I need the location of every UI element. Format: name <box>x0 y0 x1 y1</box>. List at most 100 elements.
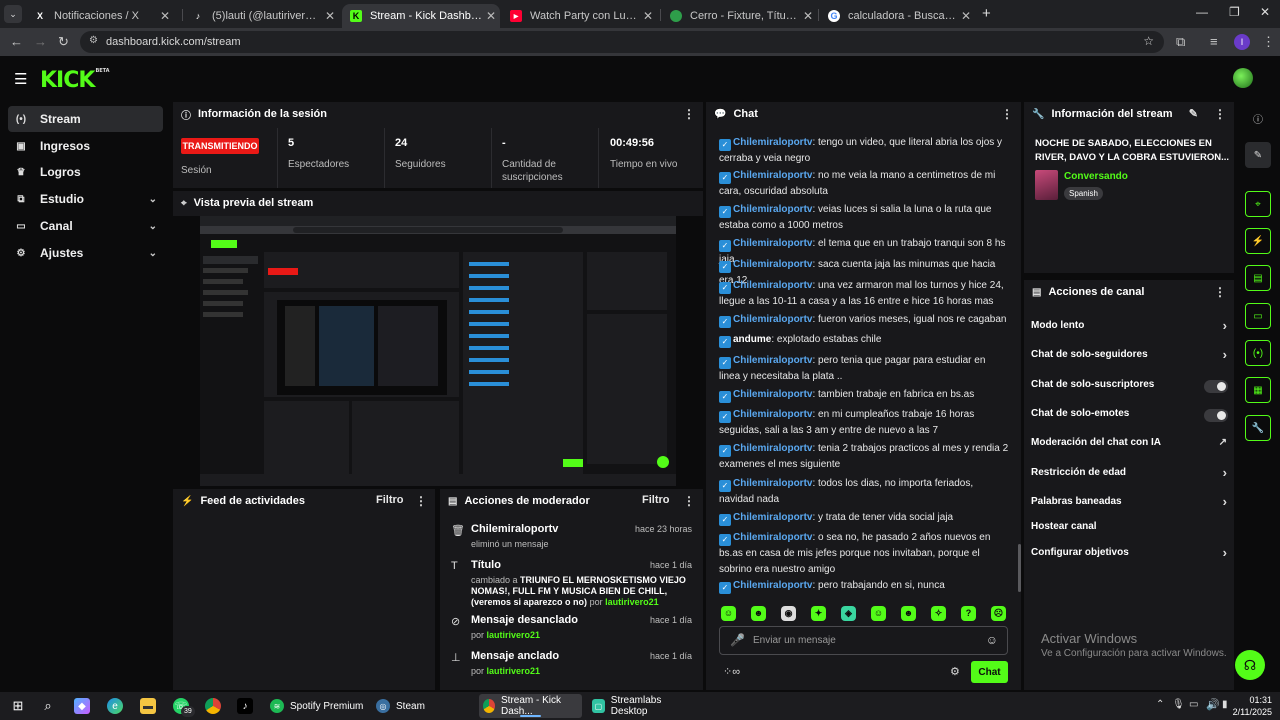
browser-tab-youtube[interactable]: ▶ Watch Party con Luis, Davo, La ✕ <box>502 4 657 28</box>
emoji-picker-icon[interactable]: ☺ <box>986 633 998 647</box>
hamburger-menu-icon[interactable]: ☰ <box>14 70 27 88</box>
close-tab-icon[interactable]: ✕ <box>482 9 500 23</box>
tiktok-icon[interactable]: ♪ <box>237 698 253 714</box>
channel-action-ai-moderation[interactable]: Moderación del chat con IA ↗ <box>1031 437 1231 453</box>
close-window-icon[interactable]: ✕ <box>1260 5 1270 19</box>
taskbar-date[interactable]: 2/11/2025 <box>1230 707 1272 717</box>
forward-icon[interactable]: → <box>34 34 47 49</box>
emote-icon[interactable]: ✧ <box>931 606 946 621</box>
more-options-icon[interactable]: ⋮ <box>1214 107 1226 121</box>
emote-icon[interactable]: ✦ <box>811 606 826 621</box>
chat-settings-icon[interactable]: ⚙ <box>950 665 960 678</box>
restore-window-icon[interactable]: ❐ <box>1229 5 1240 19</box>
more-options-icon[interactable]: ⋮ <box>683 494 695 508</box>
microphone-tray-icon[interactable]: 🎙 <box>1172 699 1185 710</box>
lightning-icon[interactable]: ⚡ <box>1245 228 1271 254</box>
file-explorer-icon[interactable]: ▬ <box>140 698 156 714</box>
bookmark-star-icon[interactable]: ☆ <box>1143 34 1154 48</box>
chat-bubble-icon[interactable]: ▭ <box>1245 303 1271 329</box>
volume-icon[interactable]: 🔊 <box>1206 698 1220 711</box>
chat-scrollbar[interactable] <box>1018 544 1021 592</box>
media-control-icon[interactable]: ≡ <box>1210 34 1218 49</box>
emote-icon[interactable]: ☻ <box>751 606 766 621</box>
close-tab-icon[interactable]: ✕ <box>156 9 174 23</box>
site-info-icon[interactable]: ⚙ <box>89 35 98 46</box>
focus-icon[interactable]: ⌖ <box>1245 191 1271 217</box>
broadcast-icon[interactable]: (•) <box>1245 340 1271 366</box>
sidebar-item-ingresos[interactable]: ▣ Ingresos <box>8 133 163 159</box>
chrome-icon[interactable] <box>205 698 221 714</box>
edit-pencil-icon[interactable]: ✎ <box>1245 142 1271 168</box>
taskbar-app-spotify[interactable]: ≋ Spotify Premium <box>266 694 366 718</box>
emote-icon[interactable]: ◉ <box>781 606 796 621</box>
emote-icon[interactable]: ☹ <box>991 606 1006 621</box>
microphone-icon[interactable]: 🎤 <box>730 633 745 647</box>
sidebar-item-estudio[interactable]: ⧉ Estudio ⌄ <box>8 186 163 212</box>
emote-icon[interactable]: ? <box>961 606 976 621</box>
more-options-icon[interactable]: ⋮ <box>683 107 695 121</box>
network-icon[interactable]: ▭ <box>1189 699 1198 710</box>
close-tab-icon[interactable]: ✕ <box>957 9 975 23</box>
emote-icon[interactable]: ☻ <box>901 606 916 621</box>
new-tab-button[interactable]: + <box>982 5 991 22</box>
browser-menu-icon[interactable]: ⋮ <box>1262 34 1275 50</box>
windows-start-icon[interactable]: ⊞ <box>10 698 26 714</box>
sidebar-item-canal[interactable]: ▭ Canal ⌄ <box>8 213 163 239</box>
minimize-window-icon[interactable]: — <box>1196 5 1208 19</box>
stream-preview-video[interactable] <box>173 216 703 486</box>
address-bar[interactable]: ⚙ dashboard.kick.com/stream ☆ <box>80 31 1164 53</box>
close-tab-icon[interactable]: ✕ <box>799 9 817 23</box>
send-chat-button[interactable]: Chat <box>971 661 1008 683</box>
channel-action-host-channel[interactable]: Hostear canal <box>1031 521 1231 537</box>
channel-action-banned-words[interactable]: Palabras baneadas › <box>1031 494 1231 512</box>
back-icon[interactable]: ← <box>10 34 23 49</box>
taskbar-time[interactable]: 01:31 <box>1240 695 1272 705</box>
taskbar-app-chrome-kick[interactable]: Stream - Kick Dash... <box>479 694 582 718</box>
browser-tab-cerro[interactable]: Cerro - Fixture, Títulos y Plantel ✕ <box>662 4 817 28</box>
emote-icon[interactable]: ☺ <box>721 606 736 621</box>
chat-message-input[interactable]: 🎤 Enviar un mensaje ☺ <box>719 626 1008 655</box>
user-avatar[interactable] <box>1233 68 1253 88</box>
copilot-icon[interactable]: ◆ <box>74 698 90 714</box>
subscribers-only-toggle[interactable] <box>1204 380 1228 393</box>
document-icon[interactable]: ▤ <box>1245 265 1271 291</box>
browser-tab-tiktok[interactable]: ♪ (5)lauti (@lautirivero21) | TikTok ✕ <box>184 4 339 28</box>
sidebar-item-logros[interactable]: ♛ Logros <box>8 159 163 185</box>
taskbar-app-streamlabs[interactable]: ▢ Streamlabs Desktop <box>588 694 693 718</box>
wrench-icon[interactable]: 🔧 <box>1245 415 1271 441</box>
activity-filter-button[interactable]: Filtro <box>376 494 404 506</box>
kick-logo[interactable]: KICKBETA <box>40 68 110 93</box>
close-tab-icon[interactable]: ✕ <box>321 9 339 23</box>
more-options-icon[interactable]: ⋮ <box>1214 285 1226 299</box>
search-icon[interactable]: ⌕ <box>40 698 56 714</box>
channel-action-age-restriction[interactable]: Restricción de edad › <box>1031 465 1231 483</box>
tray-chevron-up-icon[interactable]: ⌃ <box>1156 699 1164 710</box>
profile-avatar[interactable]: I <box>1234 34 1250 50</box>
emotes-only-toggle[interactable] <box>1204 409 1228 422</box>
tab-search-button[interactable]: ⌄ <box>4 5 22 23</box>
mod-filter-button[interactable]: Filtro <box>642 494 670 506</box>
edit-pencil-icon[interactable]: ✎ <box>1189 107 1198 120</box>
more-options-icon[interactable]: ⋮ <box>1001 107 1013 121</box>
extensions-icon[interactable]: ⧉ <box>1176 34 1185 50</box>
channel-action-followers-only[interactable]: Chat de solo-seguidores › <box>1031 347 1231 365</box>
more-options-icon[interactable]: ⋮ <box>415 494 427 508</box>
help-support-button[interactable]: ☊ <box>1235 650 1265 680</box>
edge-icon[interactable]: e <box>107 698 123 714</box>
emote-icon[interactable]: ◈ <box>841 606 856 621</box>
kick-points-icon[interactable]: ⁘∞ <box>723 665 740 678</box>
emote-icon[interactable]: ☺ <box>871 606 886 621</box>
info-icon[interactable]: ⓘ <box>1245 105 1271 131</box>
layout-icon[interactable]: ▦ <box>1245 377 1271 403</box>
browser-tab-kick[interactable]: K Stream - Kick Dashboard ✕ <box>342 4 500 28</box>
category-link[interactable]: Conversando <box>1064 171 1128 182</box>
channel-action-slow-mode[interactable]: Modo lento › <box>1031 318 1231 336</box>
reload-icon[interactable]: ↻ <box>58 34 69 50</box>
taskbar-app-steam[interactable]: ◎ Steam <box>372 694 472 718</box>
browser-tab-google[interactable]: G calculadora - Buscar con Google ✕ <box>820 4 975 28</box>
channel-action-goals[interactable]: Configurar objetivos › <box>1031 545 1231 563</box>
close-tab-icon[interactable]: ✕ <box>639 9 657 23</box>
browser-tab-x[interactable]: X Notificaciones / X ✕ <box>26 4 174 28</box>
sidebar-item-ajustes[interactable]: ⚙ Ajustes ⌄ <box>8 240 163 266</box>
sidebar-item-stream[interactable]: (•) Stream <box>8 106 163 132</box>
